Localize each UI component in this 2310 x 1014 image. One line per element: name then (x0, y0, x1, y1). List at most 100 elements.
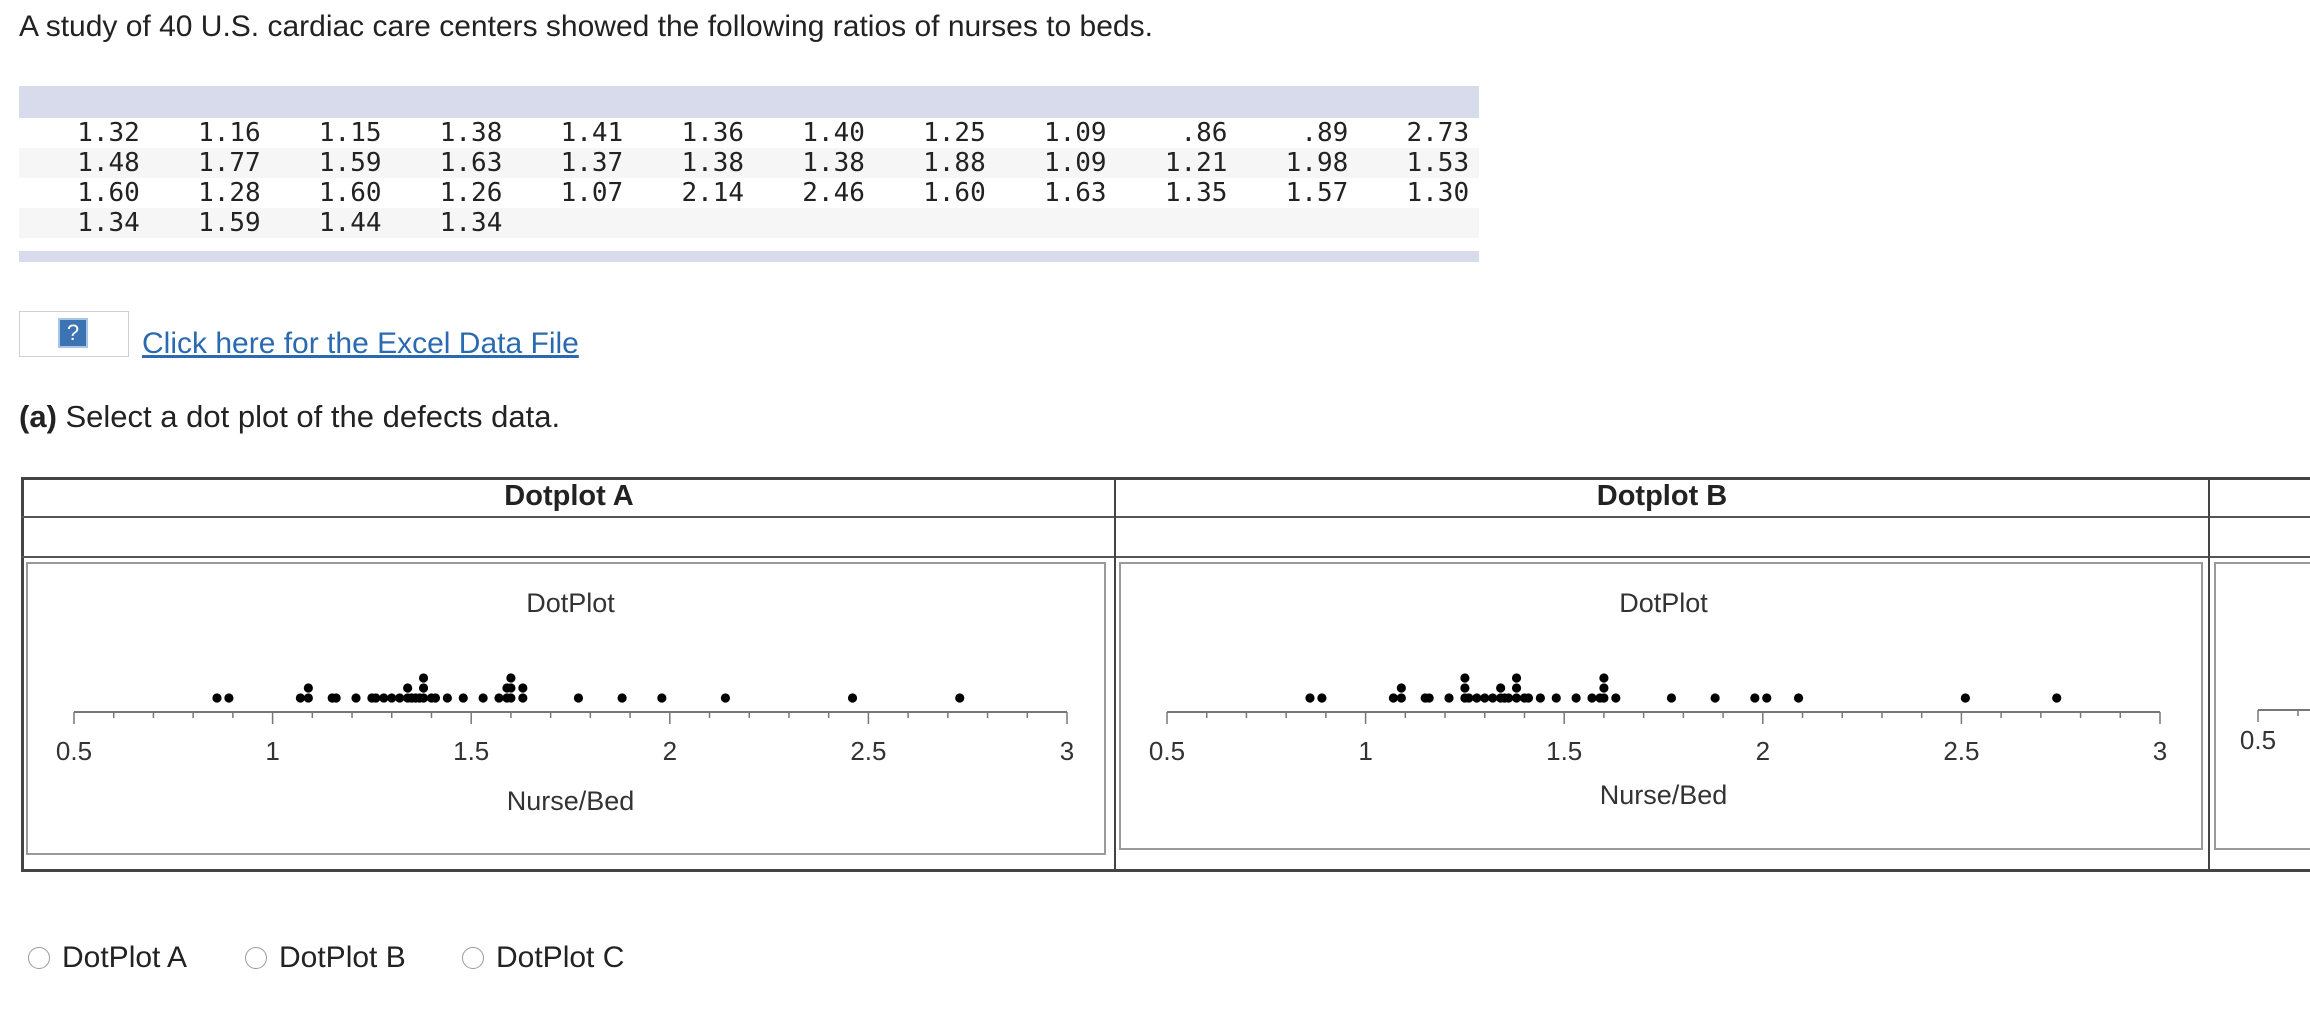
question-prefix: (a) (19, 399, 57, 434)
data-point (1388, 693, 1399, 703)
dotplot-c-chart: 0.5 (2240, 709, 2310, 755)
data-point (1551, 693, 1561, 703)
data-point (478, 693, 488, 703)
x-tick-label: 2 (663, 736, 677, 766)
table-row: 1.60 1.28 1.60 1.26 1.07 2.14 2.46 1.60 1.63 1.35… (19, 178, 1479, 208)
data-point (573, 693, 584, 703)
data-point (403, 683, 413, 693)
table-cell: 1.59 (139, 208, 261, 238)
table-cell: 1.30 (1348, 178, 1470, 208)
table-cell: 1.60 (864, 178, 986, 208)
option-label: DotPlot C (496, 941, 625, 974)
table-cell (1106, 208, 1228, 238)
data-point (371, 693, 381, 703)
table-cell (864, 208, 986, 238)
data-point (303, 683, 313, 693)
x-axis-label: Nurse/Bed (1600, 780, 1728, 810)
dotplot-title: DotPlot (1619, 588, 1708, 618)
data-point (303, 693, 313, 703)
table-cell (623, 208, 745, 238)
table-cell-padding (1469, 148, 1479, 178)
table-cell: 1.40 (744, 118, 865, 148)
data-point (1460, 673, 1470, 683)
data-point (418, 673, 429, 683)
table-cell: 1.41 (502, 118, 624, 148)
table-cell: 1.35 (1106, 178, 1228, 208)
radio-button[interactable] (28, 947, 50, 969)
data-point (1496, 683, 1506, 693)
column-divider (2208, 477, 2210, 872)
data-point (1599, 673, 1609, 683)
option-dotplot-b[interactable]: DotPlot B (245, 938, 406, 978)
data-point (1793, 693, 1804, 703)
data-point (1305, 693, 1315, 703)
radio-button[interactable] (462, 947, 484, 969)
data-point (2052, 693, 2062, 703)
data-point (1511, 673, 1522, 683)
x-tick-label: 0.5 (1149, 736, 1185, 766)
help-question-icon: ? (58, 318, 88, 348)
x-tick-label: 3 (1060, 736, 1074, 766)
table-cell: 1.15 (260, 118, 382, 148)
data-point (1460, 683, 1470, 693)
data-point (1503, 693, 1514, 703)
data-point (847, 693, 858, 703)
dotplot-a-chart: DotPlot 0.5 1 1.5 2 2.5 3 Nurse/Bed (56, 588, 1074, 816)
x-tick-label: 2.5 (1943, 736, 1979, 766)
excel-data-file-link[interactable]: Click here for the Excel Data File (142, 327, 579, 361)
table-cell (1348, 208, 1470, 238)
table-cell: 1.21 (1106, 148, 1228, 178)
data-point (379, 693, 389, 703)
option-label: DotPlot B (279, 941, 406, 974)
table-cell: 1.26 (381, 178, 503, 208)
table-cell (502, 208, 624, 238)
data-point (1587, 693, 1597, 703)
column-divider (1114, 477, 1116, 872)
table-cell: 2.14 (623, 178, 745, 208)
table-cell: 1.25 (864, 118, 986, 148)
x-tick-label: 1.5 (453, 736, 489, 766)
data-point (506, 673, 516, 683)
x-tick-label: 2.5 (850, 736, 886, 766)
data-point (1472, 693, 1482, 703)
table-cell: 1.59 (260, 148, 382, 178)
table-footer-bar (19, 251, 1479, 262)
radio-button[interactable] (245, 947, 267, 969)
table-cell: 1.44 (260, 208, 382, 238)
x-tick-label: 1.5 (1546, 736, 1582, 766)
data-point (1611, 693, 1621, 703)
option-dotplot-a[interactable]: DotPlot A (28, 938, 187, 978)
question-text: Select a dot plot of the defects data. (56, 399, 561, 434)
data-point (1710, 693, 1720, 703)
table-cell: .89 (1227, 118, 1349, 148)
dotplot-a-header: Dotplot A (504, 480, 634, 512)
table-cell: 1.36 (623, 118, 745, 148)
table-cell: 1.63 (381, 148, 503, 178)
dotplot-a-panel: DotPlot 0.5 1 1.5 2 2.5 3 Nurse/Bed (26, 562, 1106, 855)
data-point (1424, 693, 1434, 703)
question-a: (a) Select a dot plot of the defects dat… (19, 399, 560, 435)
data-point (395, 693, 405, 703)
table-cell: 1.63 (985, 178, 1107, 208)
data-point (387, 693, 397, 703)
data-point (224, 693, 234, 703)
option-dotplot-c[interactable]: DotPlot C (462, 938, 624, 978)
data-point (506, 693, 516, 703)
dotplot-c-panel: 0.5 (2214, 562, 2310, 850)
data-point (1666, 693, 1677, 703)
data-point (657, 693, 667, 703)
data-point (518, 683, 528, 693)
table-cell: 1.77 (139, 148, 261, 178)
excel-file-button[interactable]: ? (19, 311, 129, 357)
table-cell: 1.60 (260, 178, 382, 208)
table-cell-padding (1469, 208, 1479, 238)
data-point (955, 693, 965, 703)
data-point (1480, 693, 1490, 703)
table-cell: 1.38 (381, 118, 503, 148)
table-row: 1.48 1.77 1.59 1.63 1.37 1.38 1.38 1.88 1.09 1.21… (19, 148, 1479, 178)
data-point (212, 693, 222, 703)
data-point (418, 693, 429, 703)
data-point (1511, 693, 1522, 703)
table-cell: 1.07 (502, 178, 624, 208)
data-point (494, 693, 504, 703)
